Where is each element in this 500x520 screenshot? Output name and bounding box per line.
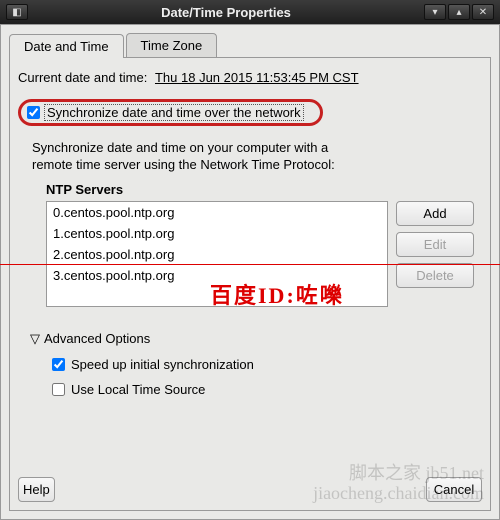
list-item[interactable]: 2.centos.pool.ntp.org (47, 244, 387, 265)
list-item[interactable]: 1.centos.pool.ntp.org (47, 223, 387, 244)
chevron-down-icon: ▽ (30, 331, 40, 347)
tabs: Date and Time Time Zone (9, 33, 491, 57)
tab-date-and-time[interactable]: Date and Time (9, 34, 124, 58)
cancel-button[interactable]: Cancel (426, 477, 482, 502)
tab-time-zone[interactable]: Time Zone (126, 33, 218, 57)
local-time-source-label: Use Local Time Source (71, 382, 205, 397)
sync-description: Synchronize date and time on your comput… (32, 140, 478, 174)
list-item[interactable]: 0.centos.pool.ntp.org (47, 202, 387, 223)
minimize-icon[interactable]: ▾ (424, 4, 446, 20)
dialog-footer: Help Cancel (18, 469, 482, 502)
advanced-options-label: Advanced Options (44, 331, 150, 346)
maximize-icon[interactable]: ▴ (448, 4, 470, 20)
local-time-source-input[interactable] (52, 383, 65, 396)
sync-over-network-checkbox[interactable]: Synchronize date and time over the netwo… (18, 99, 323, 126)
sync-description-line1: Synchronize date and time on your comput… (32, 140, 478, 157)
close-icon[interactable]: ✕ (472, 4, 494, 20)
add-button[interactable]: Add (396, 201, 474, 226)
titlebar: ◧ Date/Time Properties ▾ ▴ ✕ (0, 0, 500, 24)
edit-button: Edit (396, 232, 474, 257)
sync-over-network-input[interactable] (27, 106, 40, 119)
advanced-options-section: ▽ Advanced Options Speed up initial sync… (30, 331, 474, 397)
help-button[interactable]: Help (18, 477, 55, 502)
advanced-options-toggle[interactable]: ▽ Advanced Options (30, 331, 474, 347)
sync-description-line2: remote time server using the Network Tim… (32, 157, 478, 174)
speed-up-sync-input[interactable] (52, 358, 65, 371)
ntp-servers-header: NTP Servers (46, 182, 474, 197)
delete-button: Delete (396, 263, 474, 288)
client-area: Date and Time Time Zone Current date and… (0, 24, 500, 520)
annotation-baidu-id: 百度ID:咗嚛 (210, 278, 344, 310)
current-datetime-label: Current date and time: (18, 70, 147, 85)
window-title: Date/Time Properties (161, 5, 291, 20)
app-menu-icon[interactable]: ◧ (6, 4, 28, 20)
annotation-redline (0, 264, 500, 265)
speed-up-sync-label: Speed up initial synchronization (71, 357, 254, 372)
local-time-source-checkbox[interactable]: Use Local Time Source (52, 382, 474, 397)
current-datetime-value: Thu 18 Jun 2015 11:53:45 PM CST (155, 70, 359, 85)
current-datetime-row: Current date and time: Thu 18 Jun 2015 1… (18, 70, 482, 85)
sync-over-network-label: Synchronize date and time over the netwo… (44, 104, 304, 121)
speed-up-sync-checkbox[interactable]: Speed up initial synchronization (52, 357, 474, 372)
